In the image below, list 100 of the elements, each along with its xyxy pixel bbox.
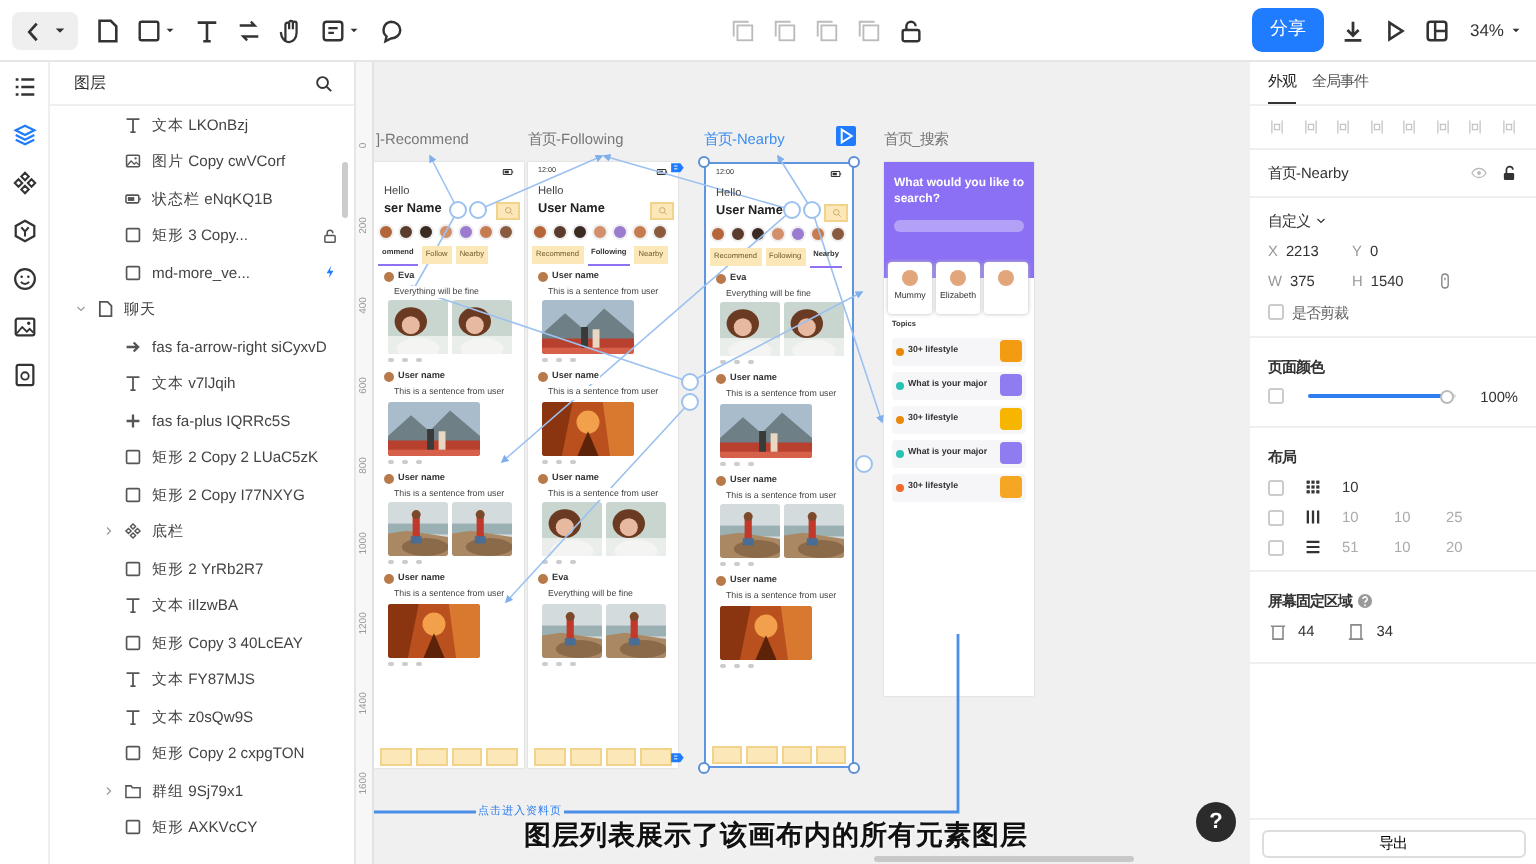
text-tool-icon[interactable] xyxy=(194,17,220,43)
stat-icon xyxy=(748,461,754,466)
link-node-icon[interactable] xyxy=(783,201,801,219)
expand-icon[interactable] xyxy=(102,524,116,539)
copy-icon[interactable] xyxy=(856,17,883,43)
search-icon[interactable] xyxy=(314,73,334,93)
aspect-lock-icon[interactable] xyxy=(1436,272,1454,291)
align-icon[interactable] xyxy=(1268,118,1286,137)
stat-icon xyxy=(556,661,562,666)
component-icon[interactable] xyxy=(11,170,37,196)
avatar xyxy=(384,271,394,282)
battery-icon xyxy=(124,189,142,208)
flow-marker-icon[interactable] xyxy=(668,752,688,768)
link-node-icon[interactable] xyxy=(469,201,487,219)
checkbox[interactable] xyxy=(1268,539,1284,556)
hand-icon[interactable] xyxy=(278,17,304,43)
stat-icon xyxy=(570,560,576,565)
search-field[interactable] xyxy=(894,219,1024,232)
link-node-icon[interactable] xyxy=(681,373,699,391)
caret-icon[interactable] xyxy=(1314,214,1328,229)
stat-icon xyxy=(720,360,726,365)
page-icon xyxy=(96,300,114,319)
color-swatch[interactable] xyxy=(1268,388,1284,405)
status-icons xyxy=(830,167,842,179)
avatar xyxy=(716,273,726,284)
stat-icon xyxy=(542,459,548,464)
rectangle-icon[interactable] xyxy=(136,17,162,43)
image-icon[interactable] xyxy=(11,314,37,340)
stat-icon xyxy=(402,661,408,666)
link-node-icon[interactable] xyxy=(855,455,873,473)
page-icon[interactable] xyxy=(94,17,120,43)
avatar xyxy=(538,372,548,383)
play-badge-icon[interactable] xyxy=(836,126,856,146)
stat-icon xyxy=(388,358,394,363)
align-icon[interactable] xyxy=(1301,118,1320,137)
stat-icon xyxy=(556,560,562,565)
stat-icon xyxy=(402,459,408,464)
stat-icon xyxy=(720,663,726,668)
stat-icon xyxy=(748,360,754,365)
package-icon[interactable] xyxy=(11,218,37,244)
user-card[interactable] xyxy=(984,262,1028,314)
stat-icon xyxy=(570,661,576,666)
stat-icon xyxy=(570,358,576,363)
avatar xyxy=(384,473,394,484)
checkbox[interactable] xyxy=(1268,304,1284,321)
search-icon xyxy=(503,205,513,216)
lock-icon[interactable] xyxy=(322,227,338,244)
avatar xyxy=(384,372,394,383)
avatar xyxy=(384,574,394,585)
help-button[interactable]: ? xyxy=(1196,802,1236,842)
lock-icon[interactable] xyxy=(1500,164,1518,183)
topic-thumbnail xyxy=(1000,442,1022,465)
lightning-icon[interactable] xyxy=(322,264,338,281)
stat-icon xyxy=(388,459,394,464)
align-icon[interactable] xyxy=(1499,118,1518,137)
layers-icon[interactable] xyxy=(11,122,37,148)
stat-icon xyxy=(416,459,422,464)
share-button[interactable]: 分享 xyxy=(1251,8,1324,52)
download-icon[interactable] xyxy=(1339,17,1366,43)
connector-icon[interactable] xyxy=(236,17,262,43)
eye-icon[interactable] xyxy=(1470,164,1488,183)
copy-icon[interactable] xyxy=(730,17,757,43)
help-icon[interactable] xyxy=(1356,592,1374,611)
stat-icon xyxy=(402,560,408,565)
align-icon[interactable] xyxy=(1400,118,1419,137)
emoji-icon[interactable] xyxy=(11,266,37,292)
stat-icon xyxy=(720,562,726,567)
topic-thumbnail xyxy=(1000,476,1022,499)
arrow-icon xyxy=(124,337,142,356)
align-icon[interactable] xyxy=(1466,118,1485,137)
flow-marker-icon[interactable] xyxy=(668,162,688,178)
link-node-icon[interactable] xyxy=(803,201,821,219)
note-icon[interactable] xyxy=(320,17,346,43)
align-icon[interactable] xyxy=(1367,118,1386,137)
comment-icon[interactable] xyxy=(378,17,404,43)
layout-icon[interactable] xyxy=(1423,17,1450,43)
outline-icon[interactable] xyxy=(11,74,37,100)
align-icon[interactable] xyxy=(1433,118,1452,137)
collapse-icon[interactable] xyxy=(74,302,88,317)
copy-icon[interactable] xyxy=(772,17,799,43)
search-icon xyxy=(657,205,667,216)
text-layer-icon xyxy=(124,115,142,134)
copy-icon[interactable] xyxy=(814,17,841,43)
stat-icon xyxy=(734,663,740,668)
scrollbar[interactable] xyxy=(342,162,348,218)
lock-icon[interactable] xyxy=(898,17,925,43)
search-icon xyxy=(831,207,841,218)
zoom-level[interactable]: 34% xyxy=(1469,17,1504,43)
checkbox[interactable] xyxy=(1268,509,1284,526)
link-node-icon[interactable] xyxy=(681,393,699,411)
stat-icon xyxy=(720,461,726,466)
align-icon[interactable] xyxy=(1334,118,1353,137)
expand-icon[interactable] xyxy=(102,783,116,798)
stat-icon xyxy=(542,661,548,666)
stat-icon xyxy=(734,562,740,567)
document-icon[interactable] xyxy=(11,362,37,388)
link-node-icon[interactable] xyxy=(449,201,467,219)
scrollbar[interactable] xyxy=(874,856,1134,862)
checkbox[interactable] xyxy=(1268,479,1284,496)
stat-icon xyxy=(542,358,548,363)
